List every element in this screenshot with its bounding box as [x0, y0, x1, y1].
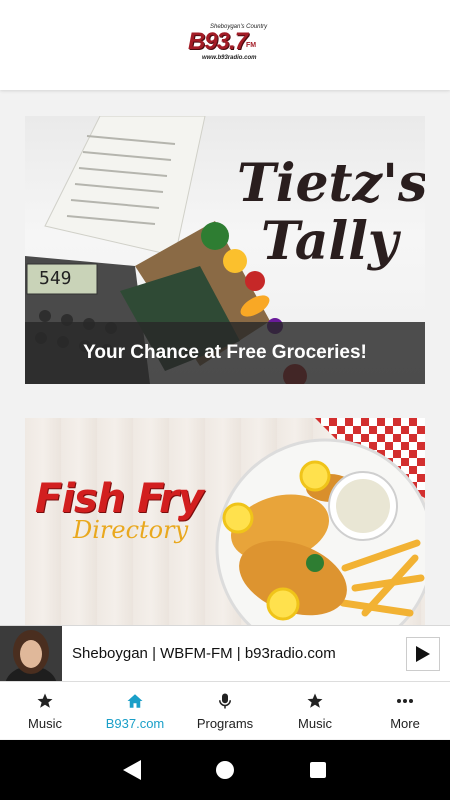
tab-programs[interactable]: Programs: [180, 682, 270, 739]
home-button[interactable]: [210, 755, 240, 785]
recents-square-icon: [310, 762, 327, 778]
tally-title-line2: Tally: [261, 211, 399, 272]
caption-bar: Your Chance at Free Groceries!: [25, 322, 425, 384]
system-nav-bar: [0, 740, 450, 800]
tab-music[interactable]: Music: [0, 682, 90, 739]
tab-label: Programs: [196, 716, 254, 731]
register-display: 549: [39, 268, 72, 289]
tab-label: Music: [28, 716, 62, 731]
play-button[interactable]: [406, 636, 440, 671]
microphone-icon: [214, 690, 236, 712]
host-photo: [0, 625, 62, 682]
star-icon: [304, 690, 326, 712]
back-button[interactable]: [117, 755, 147, 785]
app-header: Sheboygan's Country B93.7 FM www.b93radi…: [0, 0, 450, 90]
logo-main-text: B93.7: [188, 28, 248, 55]
fish-fry-card[interactable]: Fish Fry Directory: [25, 418, 425, 628]
home-circle-icon: [215, 761, 234, 779]
host-avatar: [0, 625, 62, 682]
more-dots-icon: [394, 690, 416, 712]
tab-label: More: [390, 716, 420, 731]
card-caption: Your Chance at Free Groceries!: [83, 342, 367, 363]
star-icon: [34, 690, 56, 712]
tally-title-line1: Tietz's: [237, 153, 425, 214]
tab-b937[interactable]: B937.com: [90, 682, 180, 739]
tab-label: Music: [298, 716, 332, 731]
bottom-tab-bar: Music B937.com Programs Music More: [0, 681, 450, 739]
home-icon: [124, 690, 146, 712]
recents-button[interactable]: [303, 755, 333, 785]
tab-music-2[interactable]: Music: [270, 682, 360, 739]
tab-label: B937.com: [105, 716, 165, 731]
stream-title: Sheboygan | WBFM-FM | b93radio.com: [72, 645, 336, 662]
fish-fry-subtitle: Directory: [73, 516, 189, 544]
tietz-tally-card[interactable]: Tietz's Tally 549 Your Chance at Free Gr…: [25, 116, 425, 384]
logo-url-text: www.b93radio.com: [202, 55, 257, 61]
station-logo[interactable]: Sheboygan's Country B93.7 FM www.b93radi…: [188, 22, 267, 68]
logo-fm-text: FM: [246, 42, 257, 49]
play-icon: [416, 645, 430, 662]
tab-more[interactable]: More: [360, 682, 450, 739]
back-triangle-icon: [122, 760, 141, 780]
app-screen: Sheboygan's Country B93.7 FM www.b93radi…: [0, 0, 450, 800]
mini-player[interactable]: Sheboygan | WBFM-FM | b93radio.com: [0, 625, 450, 682]
